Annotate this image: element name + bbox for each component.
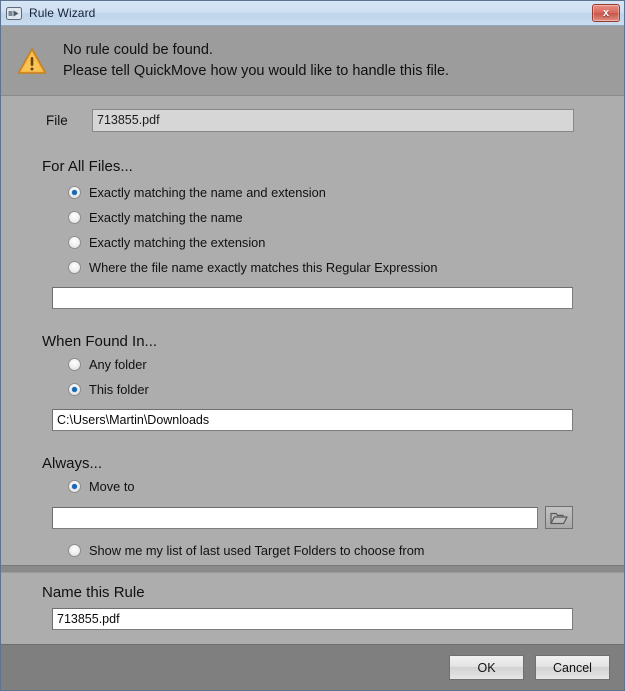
folder-path-input[interactable]: C:\Users\Martin\Downloads xyxy=(52,409,573,431)
ok-button[interactable]: OK xyxy=(449,655,524,680)
radio-move-to[interactable] xyxy=(68,480,81,493)
radio-row-extension-only[interactable]: Exactly matching the extension xyxy=(42,230,624,255)
when-found-in-section: When Found In... xyxy=(1,309,624,349)
file-value-field: 713855.pdf xyxy=(92,109,574,132)
for-all-files-title: For All Files... xyxy=(42,158,133,175)
dialog-footer: OK Cancel xyxy=(1,644,624,690)
radio-label-this-folder[interactable]: This folder xyxy=(89,382,149,397)
window-title: Rule Wizard xyxy=(29,6,96,20)
title-bar: Rule Wizard x xyxy=(1,1,624,26)
radio-name-only[interactable] xyxy=(68,211,81,224)
radio-show-target-folders[interactable] xyxy=(68,544,81,557)
warning-line-2: Please tell QuickMove how you would like… xyxy=(63,63,450,79)
radio-label-name-and-extension[interactable]: Exactly matching the name and extension xyxy=(89,185,326,200)
dialog-body: File 713855.pdf For All Files... Exactly… xyxy=(1,96,624,565)
warning-line-1: No rule could be found. xyxy=(63,41,213,58)
close-icon: x xyxy=(602,6,610,19)
radio-row-move-to[interactable]: Move to xyxy=(42,474,624,499)
for-all-files-section: For All Files... xyxy=(1,132,624,174)
radio-label-move-to[interactable]: Move to xyxy=(89,479,135,494)
radio-any-folder[interactable] xyxy=(68,358,81,371)
radio-this-folder[interactable] xyxy=(68,383,81,396)
regex-input[interactable] xyxy=(52,287,573,309)
regex-input-row xyxy=(1,280,624,309)
radio-label-show-target-folders[interactable]: Show me my list of last used Target Fold… xyxy=(89,543,424,558)
warning-message: No rule could be found. Please tell Quic… xyxy=(63,41,449,80)
browse-folder-button[interactable] xyxy=(545,506,573,529)
name-rule-title: Name this Rule xyxy=(42,584,145,601)
radio-row-regular-expression[interactable]: Where the file name exactly matches this… xyxy=(42,255,624,280)
radio-name-and-extension[interactable] xyxy=(68,186,81,199)
move-arrow-icon xyxy=(6,6,22,20)
folder-open-icon xyxy=(550,512,568,524)
radio-regular-expression[interactable] xyxy=(68,261,81,274)
file-row: File 713855.pdf xyxy=(1,96,624,132)
radio-row-this-folder[interactable]: This folder xyxy=(42,377,624,402)
folder-input-row: C:\Users\Martin\Downloads xyxy=(1,402,624,431)
radio-row-any-folder[interactable]: Any folder xyxy=(42,352,624,377)
warning-triangle-icon xyxy=(17,47,47,74)
always-title: Always... xyxy=(42,455,103,472)
radio-label-extension-only[interactable]: Exactly matching the extension xyxy=(89,235,265,250)
target-folder-input[interactable] xyxy=(52,506,538,529)
rule-wizard-window: Rule Wizard x No rule could be found. Pl… xyxy=(0,0,625,691)
always-section: Always... xyxy=(1,431,624,471)
name-rule-section: Name this Rule 713855.pdf xyxy=(1,573,624,644)
radio-label-any-folder[interactable]: Any folder xyxy=(89,357,147,372)
close-button[interactable]: x xyxy=(592,4,620,22)
name-rule-input[interactable]: 713855.pdf xyxy=(52,608,573,630)
radio-label-name-only[interactable]: Exactly matching the name xyxy=(89,210,243,225)
file-label: File xyxy=(46,113,68,128)
when-found-in-title: When Found In... xyxy=(42,333,158,350)
radio-row-name-and-extension[interactable]: Exactly matching the name and extension xyxy=(42,180,624,205)
radio-extension-only[interactable] xyxy=(68,236,81,249)
section-divider xyxy=(1,565,624,573)
radio-row-show-target-folders[interactable]: Show me my list of last used Target Fold… xyxy=(42,538,624,563)
cancel-button[interactable]: Cancel xyxy=(535,655,610,680)
name-rule-input-row: 713855.pdf xyxy=(1,608,624,630)
radio-label-regular-expression[interactable]: Where the file name exactly matches this… xyxy=(89,260,438,275)
warning-header: No rule could be found. Please tell Quic… xyxy=(1,26,624,96)
radio-row-name-only[interactable]: Exactly matching the name xyxy=(42,205,624,230)
target-folder-row xyxy=(1,499,624,529)
